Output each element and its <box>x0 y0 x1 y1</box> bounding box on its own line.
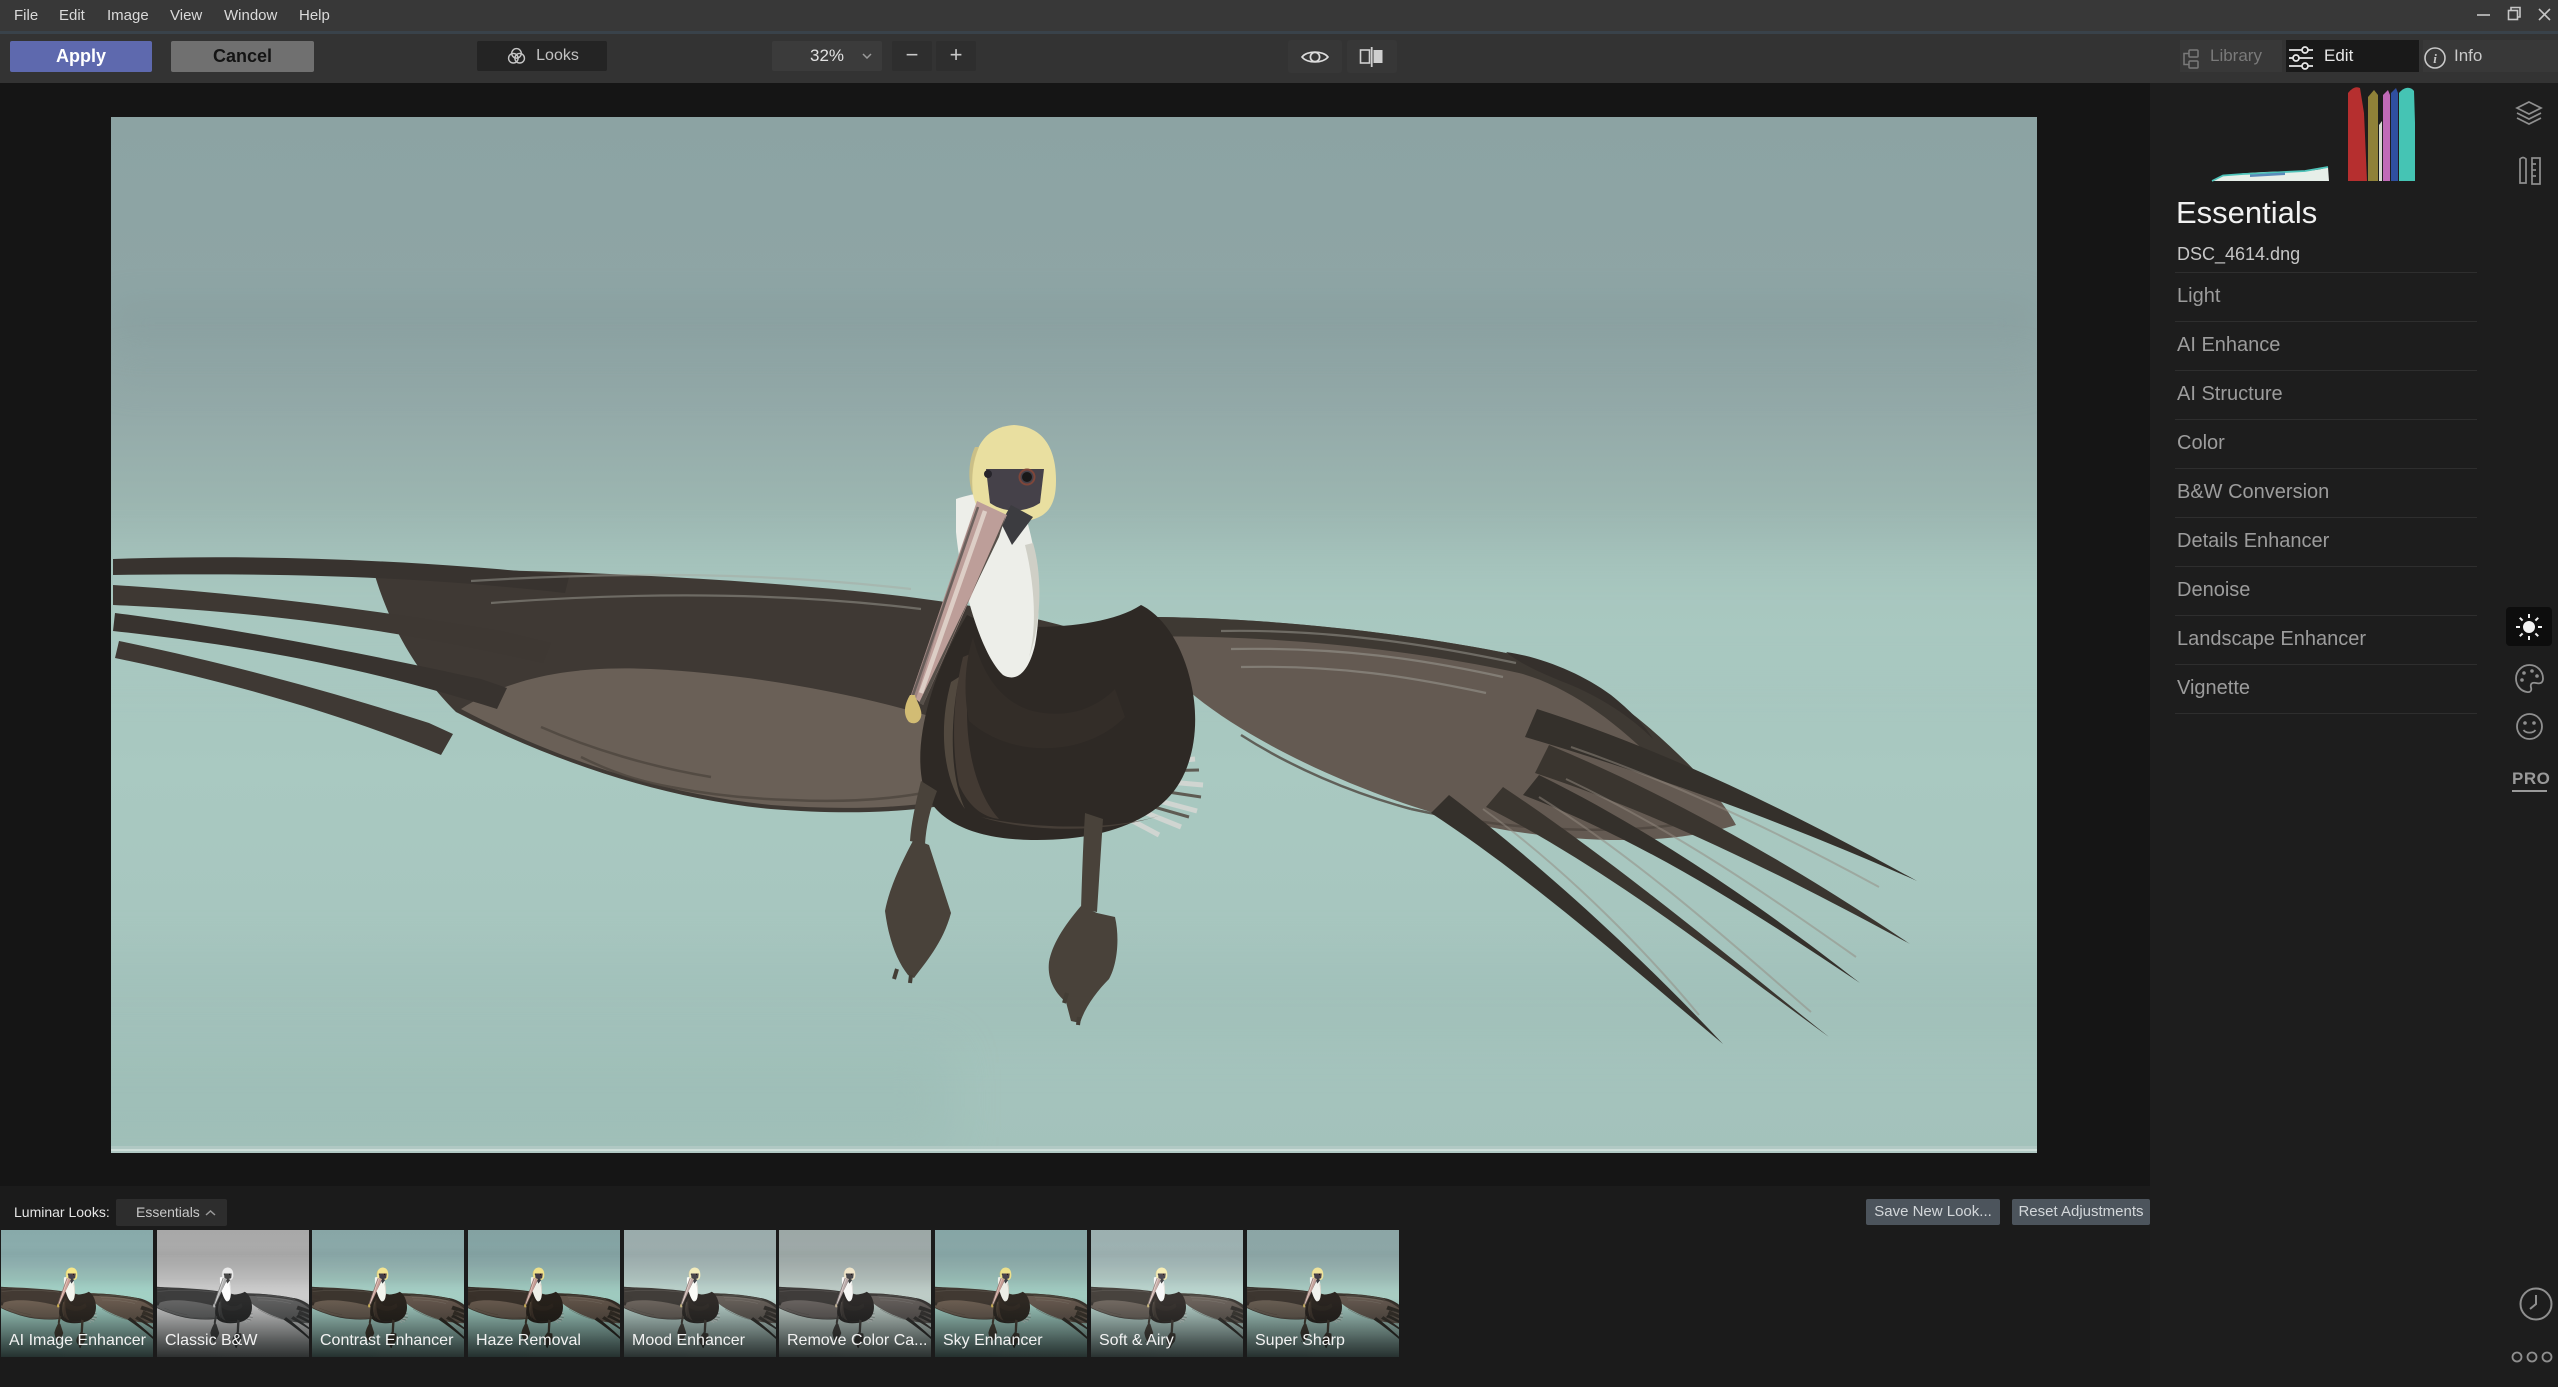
svg-text:i: i <box>2433 51 2437 66</box>
